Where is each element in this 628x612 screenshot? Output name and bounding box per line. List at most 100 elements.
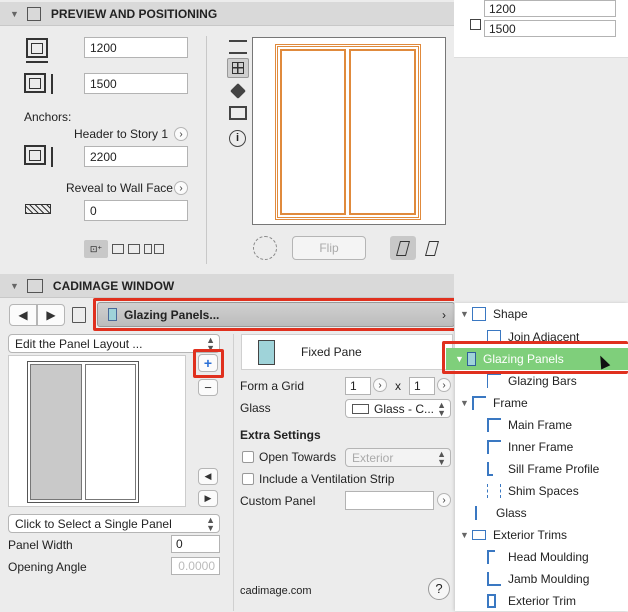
tree-item-label: Inner Frame bbox=[508, 440, 574, 454]
grid-rows-field[interactable]: 1 bbox=[409, 377, 435, 395]
jamb-moulding-icon bbox=[487, 572, 501, 586]
reveal-anchor-chevron-button[interactable]: › bbox=[174, 181, 188, 195]
anchor-mode-3-icon[interactable] bbox=[128, 244, 140, 254]
header-anchor-chevron-button[interactable]: › bbox=[174, 127, 188, 141]
preview-section-header[interactable]: ▼ PREVIEW AND POSITIONING bbox=[0, 2, 454, 26]
tree-item-head-moulding[interactable]: Head Moulding bbox=[487, 546, 589, 568]
grid-columns-field[interactable]: 1 bbox=[345, 377, 371, 395]
ventilation-checkbox[interactable] bbox=[242, 473, 254, 485]
export-icon[interactable] bbox=[72, 307, 86, 323]
open-towards-checkbox[interactable] bbox=[242, 451, 254, 463]
tree-item-label: Jamb Moulding bbox=[508, 572, 590, 586]
panel-width-label: Panel Width bbox=[8, 538, 73, 552]
select-arrows-icon: ▲ ▼ bbox=[437, 449, 446, 467]
tree-item-exterior-trim[interactable]: Exterior Trim bbox=[487, 590, 576, 612]
anchor-mode-5-icon[interactable] bbox=[154, 244, 164, 254]
layout-left-panel[interactable] bbox=[30, 364, 82, 500]
tree-item-shim-spaces[interactable]: Shim Spaces bbox=[487, 480, 579, 502]
collapse-triangle-icon[interactable]: ▼ bbox=[10, 281, 19, 291]
anchor-mode-1-icon[interactable]: ⊡⁺ bbox=[84, 240, 108, 258]
glass-icon bbox=[475, 506, 489, 520]
flip-button[interactable]: Flip bbox=[292, 236, 366, 260]
inner-frame-icon bbox=[487, 440, 501, 454]
right-width-field[interactable]: 1200 bbox=[484, 0, 616, 17]
opening-right-icon[interactable] bbox=[420, 236, 444, 260]
glazing-bars-icon bbox=[487, 374, 501, 388]
exterior-trim-icon bbox=[487, 594, 496, 608]
header-anchor-field[interactable]: 2200 bbox=[84, 146, 188, 167]
opening-angle-label: Opening Angle bbox=[8, 560, 87, 574]
tree-item-sill-frame-profile[interactable]: Sill Frame Profile bbox=[487, 458, 599, 480]
remove-panel-button[interactable]: − bbox=[198, 379, 218, 396]
preview-canvas[interactable] bbox=[252, 37, 446, 225]
tree-item-jamb-moulding[interactable]: Jamb Moulding bbox=[487, 568, 589, 590]
info-icon[interactable]: i bbox=[229, 130, 246, 147]
edit-mode-select[interactable]: Edit the Panel Layout ... ▲ ▼ bbox=[8, 334, 220, 353]
tree-item-main-frame[interactable]: Main Frame bbox=[487, 414, 572, 436]
main-frame-icon bbox=[487, 418, 501, 432]
tree-item-inner-frame[interactable]: Inner Frame bbox=[487, 436, 573, 458]
select-arrows-icon: ▲ ▼ bbox=[206, 515, 215, 533]
anchor-mode-2-icon[interactable] bbox=[112, 244, 124, 254]
height-icon-small bbox=[470, 19, 481, 30]
pane-type-card[interactable]: Fixed Pane bbox=[241, 334, 453, 370]
open-towards-select[interactable]: Exterior ▲ ▼ bbox=[345, 448, 451, 467]
rotate-icon[interactable] bbox=[253, 236, 277, 260]
collapse-triangle-icon[interactable]: ▼ bbox=[10, 9, 19, 19]
layout-right-panel[interactable] bbox=[85, 364, 136, 500]
expand-triangle-icon: ▼ bbox=[460, 398, 469, 408]
preview-title: PREVIEW AND POSITIONING bbox=[50, 6, 218, 21]
reveal-field[interactable]: 0 bbox=[84, 200, 188, 221]
cadimage-title: CADIMAGE WINDOW bbox=[52, 278, 175, 293]
nav-forward-button[interactable]: ▶ bbox=[37, 304, 65, 326]
tree-item-shape[interactable]: ▼ Shape bbox=[460, 303, 528, 325]
tree-item-label: Shape bbox=[493, 307, 528, 321]
cadimage-section-header[interactable]: ▼ CADIMAGE WINDOW bbox=[0, 274, 454, 298]
move-left-button[interactable]: ◀ bbox=[198, 468, 218, 485]
header-anchor-icon bbox=[24, 145, 46, 165]
tree-item-label: Head Moulding bbox=[508, 550, 589, 564]
open-towards-label: Open Towards bbox=[259, 450, 337, 464]
custom-panel-field[interactable] bbox=[345, 491, 434, 510]
single-panel-select[interactable]: Click to Select a Single Panel ▲ ▼ bbox=[8, 514, 220, 533]
nav-back-button[interactable]: ◀ bbox=[9, 304, 37, 326]
view-section-icon[interactable] bbox=[229, 106, 247, 120]
anchor-mode-4-icon[interactable] bbox=[144, 244, 152, 254]
tree-item-exterior-trims[interactable]: ▼ Exterior Trims bbox=[460, 524, 567, 546]
shim-spaces-icon bbox=[487, 484, 501, 498]
extra-settings-heading: Extra Settings bbox=[240, 428, 321, 442]
tree-item-label: Glazing Bars bbox=[508, 374, 577, 388]
width-dimension-icon bbox=[26, 61, 48, 63]
tree-item-glazing-bars[interactable]: Glazing Bars bbox=[487, 370, 577, 392]
head-moulding-icon bbox=[487, 550, 495, 564]
glass-label: Glass bbox=[240, 401, 271, 415]
edit-mode-value: Edit the Panel Layout ... bbox=[15, 337, 143, 351]
pane-type-label: Fixed Pane bbox=[301, 345, 362, 359]
grid-columns-chevron-button[interactable]: › bbox=[373, 378, 387, 392]
tree-item-glass[interactable]: Glass bbox=[475, 502, 527, 524]
opening-left-icon[interactable] bbox=[390, 236, 416, 260]
tree-item-label: Glass bbox=[496, 506, 527, 520]
anchor-mode-toolbar: ⊡⁺ bbox=[84, 240, 166, 258]
tree-item-label: Shim Spaces bbox=[508, 484, 579, 498]
view-elevation-icon[interactable] bbox=[229, 40, 247, 54]
panel-layout-preview[interactable] bbox=[8, 355, 186, 507]
glass-swatch-icon bbox=[352, 404, 369, 414]
width-field[interactable]: 1200 bbox=[84, 37, 188, 58]
fixed-pane-icon bbox=[258, 339, 275, 365]
grid-rows-chevron-button[interactable]: › bbox=[437, 378, 451, 392]
sill-frame-icon bbox=[487, 462, 493, 476]
view-plan-icon[interactable] bbox=[227, 58, 249, 78]
tree-item-label: Exterior Trims bbox=[493, 528, 568, 542]
tree-item-frame[interactable]: ▼ Frame bbox=[460, 392, 528, 414]
panel-width-field[interactable]: 0 bbox=[171, 535, 220, 553]
custom-panel-chevron-button[interactable]: › bbox=[437, 493, 451, 507]
opening-angle-field[interactable]: 0.0000 bbox=[171, 557, 220, 575]
move-right-button[interactable]: ▶ bbox=[198, 490, 218, 507]
height-field[interactable]: 1500 bbox=[84, 73, 188, 94]
glass-select[interactable]: Glass - C... ▲ ▼ bbox=[345, 399, 451, 418]
window-right-pane bbox=[349, 49, 416, 215]
footer-link[interactable]: cadimage.com bbox=[240, 585, 312, 597]
help-button[interactable]: ? bbox=[428, 578, 450, 600]
right-height-field[interactable]: 1500 bbox=[484, 20, 616, 37]
